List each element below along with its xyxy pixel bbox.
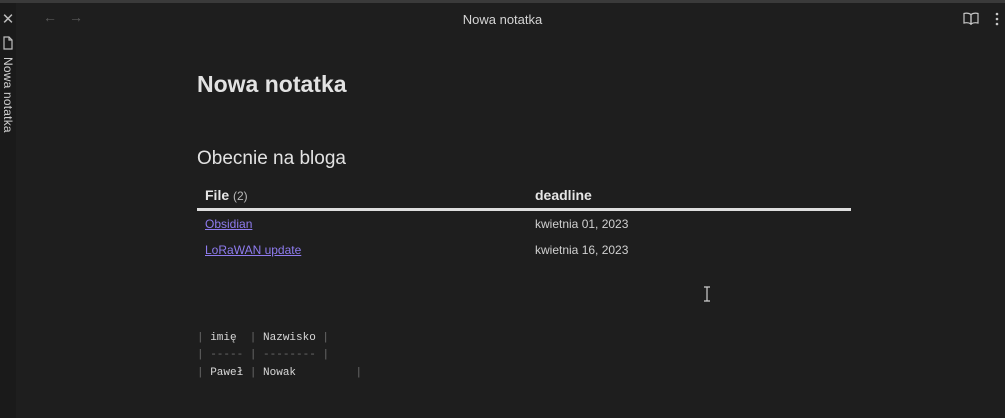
window-top-border [0, 0, 1005, 3]
table-row: Obsidian kwietnia 01, 2023 [197, 217, 851, 237]
raw-table-header-line: | imię | Nazwisko | [197, 332, 330, 344]
raw-table-separator-line: | ----- | -------- | [197, 349, 330, 361]
book-open-icon[interactable] [963, 12, 979, 25]
table-row: LoRaWAN update kwietnia 16, 2023 [197, 243, 851, 263]
file-link[interactable]: Obsidian [205, 217, 252, 231]
raw-cell: Paweł [210, 367, 244, 379]
deadline-value: kwietnia 01, 2023 [535, 217, 629, 231]
header-divider [197, 208, 851, 211]
raw-cell: Nowak [263, 367, 297, 379]
window-title: Nowa notatka [462, 12, 543, 27]
text-cursor-icon [704, 286, 710, 302]
note-title: Nowa notatka [197, 71, 347, 97]
more-vertical-icon[interactable] [994, 11, 1000, 27]
column-header-deadline[interactable]: deadline [535, 187, 592, 203]
file-link[interactable]: LoRaWAN update [205, 243, 301, 257]
dataview-table: File (2) deadline Obsidian kwietnia 01, … [197, 183, 851, 257]
result-count: (2) [233, 189, 248, 203]
raw-table-row-line: | Paweł | Nowak | [197, 367, 363, 379]
column-file-label: File [205, 187, 230, 203]
vertical-tab-label[interactable]: Nowa notatka [1, 57, 15, 133]
raw-separator: -------- [263, 349, 316, 361]
file-icon [3, 36, 13, 50]
column-header-file[interactable]: File (2) [205, 187, 248, 203]
raw-separator: ----- [210, 349, 244, 361]
deadline-value: kwietnia 16, 2023 [535, 243, 629, 257]
side-tab-strip: ✕ Nowa notatka [0, 3, 16, 418]
raw-cell: imię [210, 332, 237, 344]
raw-cell: Nazwisko [263, 332, 316, 344]
section-heading: Obecnie na bloga [197, 148, 346, 169]
table-header: File (2) deadline [197, 183, 851, 208]
